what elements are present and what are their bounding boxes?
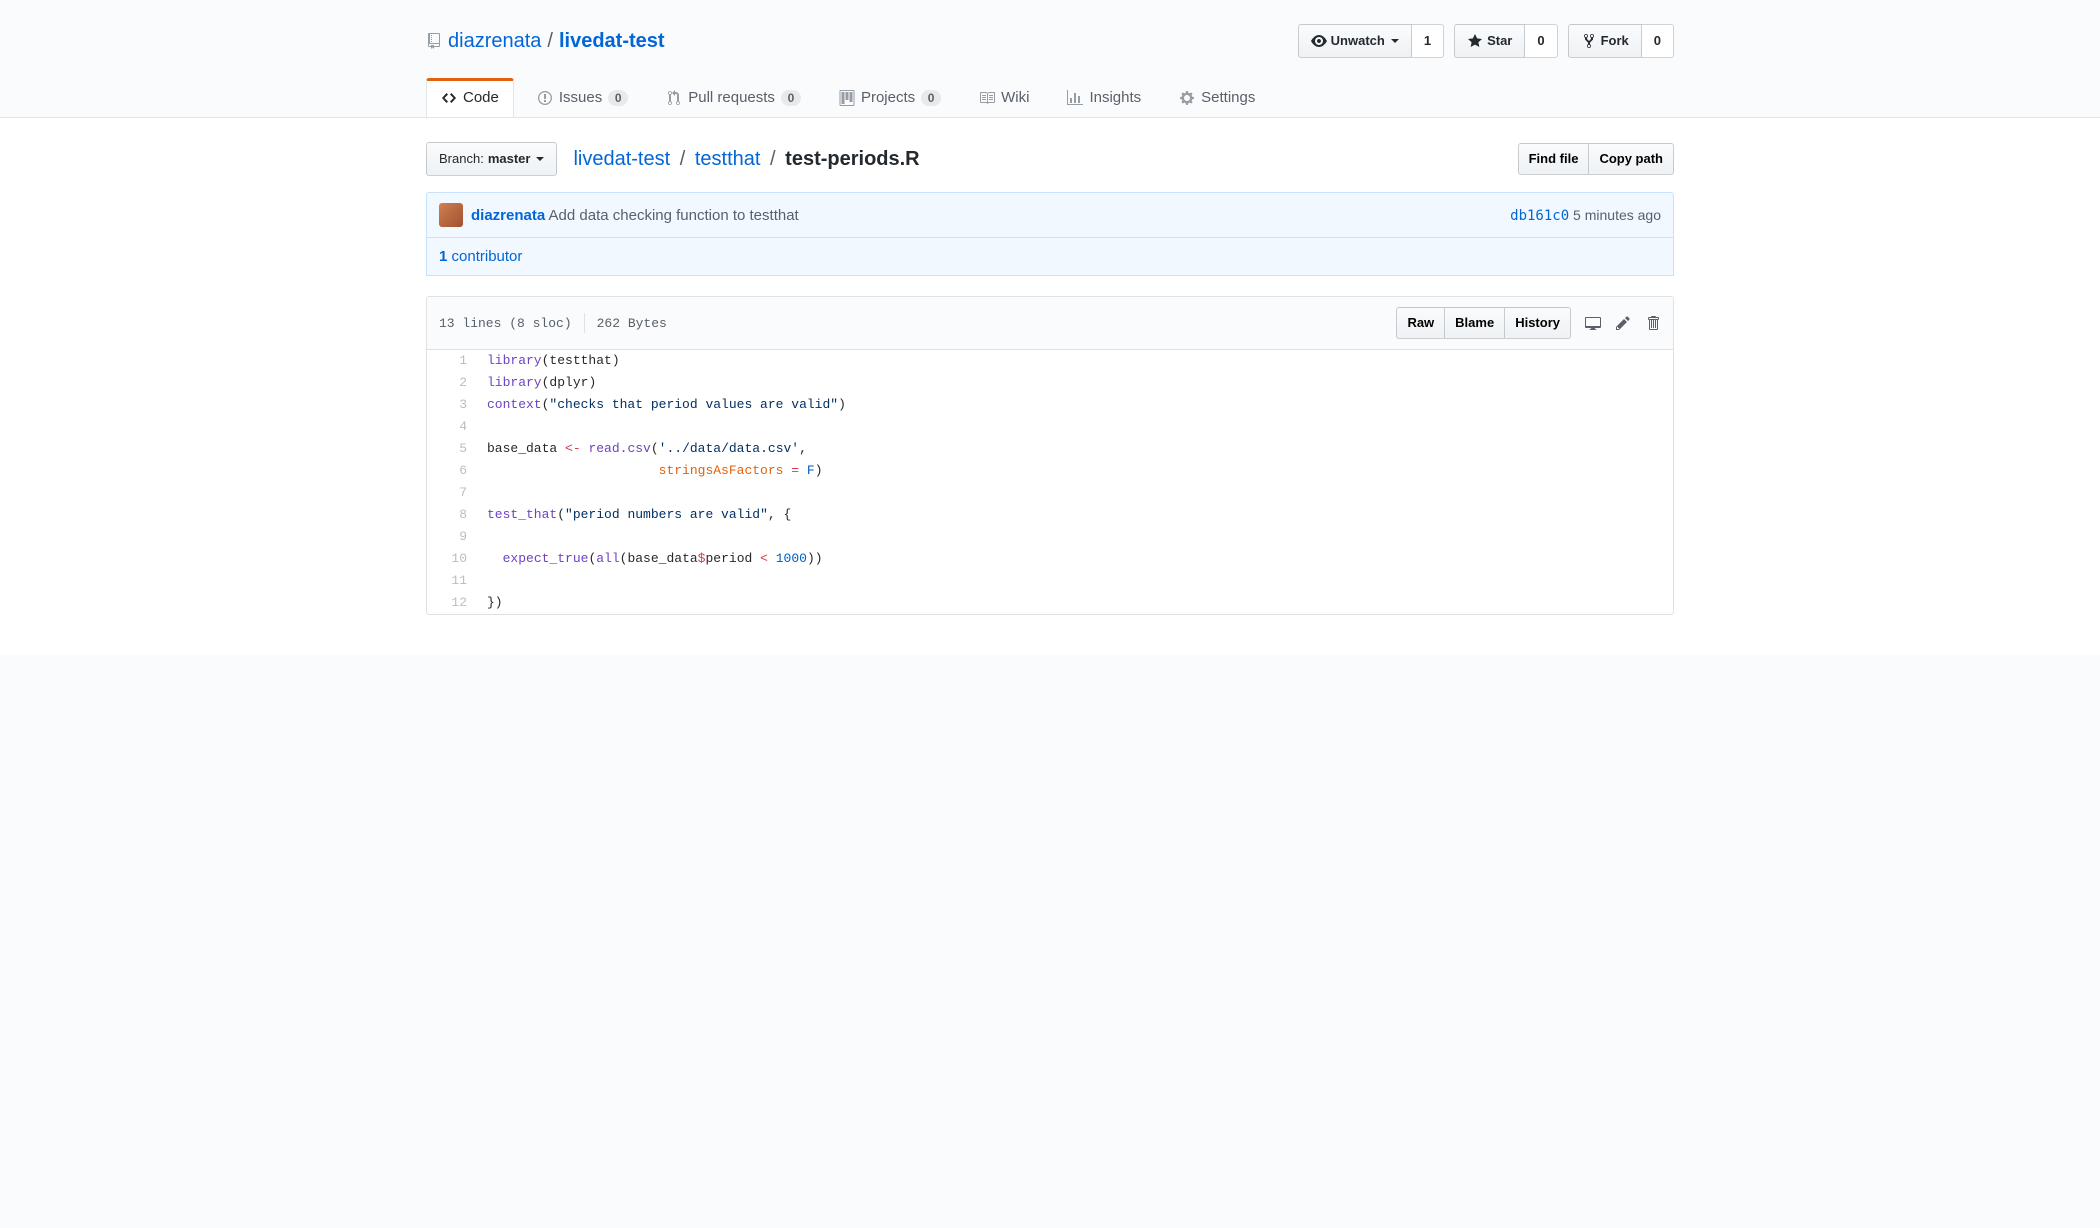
commit-time: 5 minutes ago	[1573, 207, 1661, 223]
fork-group: Fork 0	[1568, 24, 1674, 58]
line-number[interactable]: 9	[427, 526, 477, 548]
fork-button[interactable]: Fork	[1568, 24, 1642, 58]
projects-count: 0	[921, 90, 941, 106]
find-file-button[interactable]: Find file	[1518, 143, 1590, 175]
tab-issues[interactable]: Issues 0	[522, 78, 643, 117]
repo-owner-link[interactable]: diazrenata	[448, 30, 541, 53]
graph-icon	[1067, 90, 1083, 106]
fork-icon	[1581, 33, 1597, 49]
fork-count[interactable]: 0	[1642, 24, 1674, 58]
trash-icon[interactable]	[1645, 315, 1661, 331]
code-line	[477, 526, 1673, 548]
line-number[interactable]: 1	[427, 350, 477, 372]
star-group: Star 0	[1454, 24, 1558, 58]
line-number[interactable]: 5	[427, 438, 477, 460]
code-line	[477, 482, 1673, 504]
star-icon	[1467, 33, 1483, 49]
pull-request-icon	[666, 90, 682, 106]
watch-group: Unwatch 1	[1298, 24, 1444, 58]
line-number[interactable]: 7	[427, 482, 477, 504]
avatar[interactable]	[439, 203, 463, 227]
breadcrumb-dir[interactable]: testthat	[695, 148, 761, 170]
contributors-link[interactable]: 1 contributor	[439, 248, 522, 265]
code-icon	[441, 90, 457, 106]
line-number[interactable]: 10	[427, 548, 477, 570]
repo-nav: Code Issues 0 Pull requests 0 Projects 0…	[426, 78, 1674, 117]
eye-icon	[1311, 33, 1327, 49]
blame-button[interactable]: Blame	[1445, 307, 1505, 339]
pencil-icon[interactable]	[1615, 315, 1631, 331]
tab-settings[interactable]: Settings	[1164, 78, 1270, 117]
caret-down-icon	[1391, 39, 1399, 47]
code-blob: 1library(testthat)2library(dplyr)3contex…	[427, 350, 1673, 614]
breadcrumb-file: test-periods.R	[785, 148, 919, 170]
star-count[interactable]: 0	[1525, 24, 1557, 58]
tab-insights[interactable]: Insights	[1052, 78, 1156, 117]
tab-wiki[interactable]: Wiki	[964, 78, 1044, 117]
code-line: context("checks that period values are v…	[477, 394, 1673, 416]
code-line: })	[477, 592, 1673, 614]
line-number[interactable]: 6	[427, 460, 477, 482]
desktop-icon[interactable]	[1585, 315, 1601, 331]
code-line: base_data <- read.csv('../data/data.csv'…	[477, 438, 1673, 460]
code-line: expect_true(all(base_data$period < 1000)…	[477, 548, 1673, 570]
line-number[interactable]: 4	[427, 416, 477, 438]
breadcrumb: livedat-test / testthat / test-periods.R	[573, 148, 919, 171]
project-icon	[839, 90, 855, 106]
raw-button[interactable]: Raw	[1396, 307, 1445, 339]
commit-sha-link[interactable]: db161c0	[1510, 208, 1569, 224]
file-lines: 13 lines (8 sloc)	[439, 316, 572, 331]
repo-name-link[interactable]: livedat-test	[559, 30, 665, 52]
pulls-count: 0	[781, 90, 801, 106]
tab-pulls[interactable]: Pull requests 0	[651, 78, 816, 117]
issues-count: 0	[608, 90, 628, 106]
book-icon	[979, 90, 995, 106]
line-number[interactable]: 2	[427, 372, 477, 394]
code-line	[477, 570, 1673, 592]
repo-icon	[426, 33, 442, 49]
commit-author-link[interactable]: diazrenata	[471, 207, 545, 224]
line-number[interactable]: 11	[427, 570, 477, 592]
line-number[interactable]: 12	[427, 592, 477, 614]
unwatch-button[interactable]: Unwatch	[1298, 24, 1412, 58]
file-size: 262 Bytes	[597, 316, 667, 331]
tab-code[interactable]: Code	[426, 78, 514, 117]
copy-path-button[interactable]: Copy path	[1589, 143, 1674, 175]
code-line: stringsAsFactors = F)	[477, 460, 1673, 482]
code-line: test_that("period numbers are valid", {	[477, 504, 1673, 526]
line-number[interactable]: 3	[427, 394, 477, 416]
code-line: library(testthat)	[477, 350, 1673, 372]
history-button[interactable]: History	[1505, 307, 1571, 339]
caret-down-icon	[536, 157, 544, 165]
gear-icon	[1179, 90, 1195, 106]
tab-projects[interactable]: Projects 0	[824, 78, 956, 117]
breadcrumb-root[interactable]: livedat-test	[573, 148, 670, 170]
branch-select[interactable]: Branch: master	[426, 142, 557, 176]
code-line: library(dplyr)	[477, 372, 1673, 394]
code-line	[477, 416, 1673, 438]
issue-icon	[537, 90, 553, 106]
star-button[interactable]: Star	[1454, 24, 1525, 58]
commit-message[interactable]: Add data checking function to testthat	[549, 207, 799, 224]
watch-count[interactable]: 1	[1412, 24, 1444, 58]
line-number[interactable]: 8	[427, 504, 477, 526]
